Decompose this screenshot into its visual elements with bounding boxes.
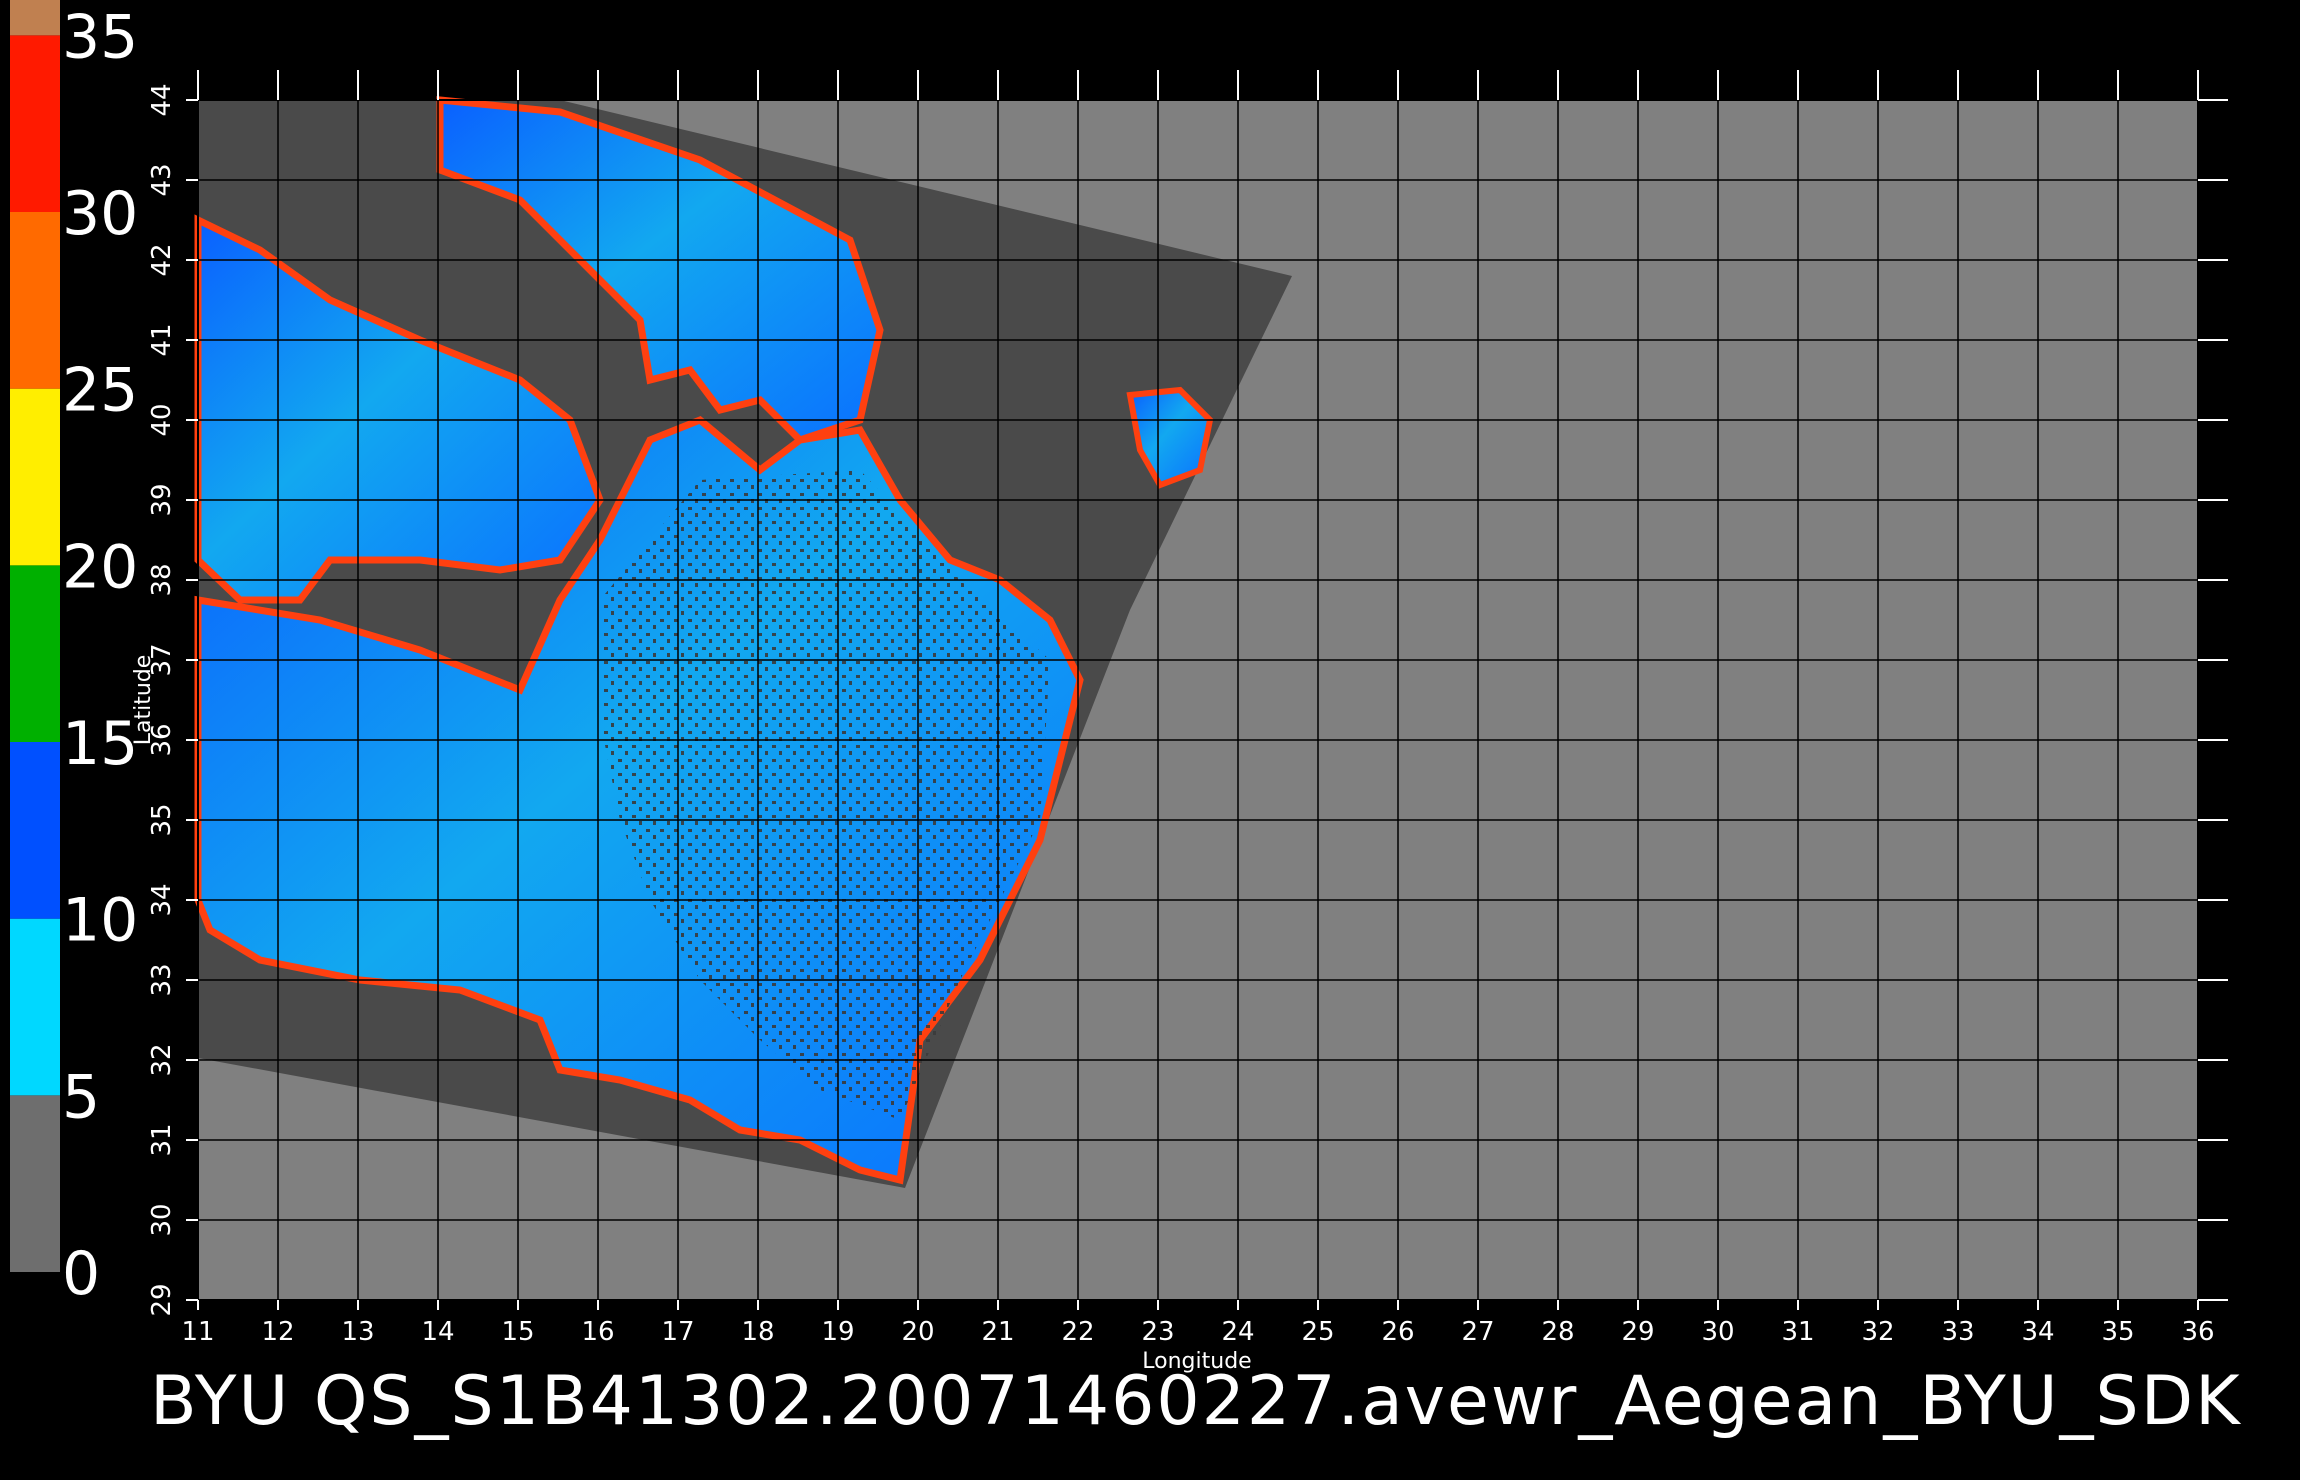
lon-tick-label: 35 <box>2101 1317 2134 1347</box>
lon-tick-label: 12 <box>261 1317 294 1347</box>
lat-tick-label: 38 <box>147 563 177 596</box>
colorbar-tick-label: 15 <box>62 709 138 779</box>
lat-tick-label: 44 <box>147 83 177 116</box>
colorbar-segment <box>10 918 60 1096</box>
lat-tick-label: 35 <box>147 803 177 836</box>
lon-tick-label: 16 <box>581 1317 614 1347</box>
colorbar-segment <box>10 35 60 213</box>
lon-tick-label: 22 <box>1061 1317 1094 1347</box>
wind-speed-map: 11 12 13 14 15 16 17 18 19 20 21 22 23 24 25 26 27 28 29 30… <box>10 0 2228 1374</box>
lon-tick-label: 27 <box>1461 1317 1494 1347</box>
lon-tick-label: 26 <box>1381 1317 1414 1347</box>
lon-tick-label: 23 <box>1141 1317 1174 1347</box>
colorbar-segment <box>10 1095 60 1272</box>
lon-tick-label: 17 <box>661 1317 694 1347</box>
colorbar <box>10 0 60 1272</box>
colorbar-segment <box>10 565 60 742</box>
lat-tick-label: 33 <box>147 963 177 996</box>
colorbar-segment <box>10 212 60 389</box>
lat-tick-label: 29 <box>147 1283 177 1316</box>
lon-tick-label: 11 <box>181 1317 214 1347</box>
lon-tick-label: 15 <box>501 1317 534 1347</box>
colorbar-tick-label: 10 <box>62 886 138 956</box>
lat-tick-label: 41 <box>147 323 177 356</box>
colorbar-ticks: 0 5 10 15 20 25 30 35 <box>62 2 138 1309</box>
lat-tick-label: 42 <box>147 243 177 276</box>
lon-tick-label: 13 <box>341 1317 374 1347</box>
lon-tick-label: 33 <box>1941 1317 1974 1347</box>
colorbar-tick-label: 35 <box>62 2 138 72</box>
product-caption: BYU QS_S1B41302.20071460227.avewr_Aegean… <box>150 1362 2242 1441</box>
lon-tick-label: 28 <box>1541 1317 1574 1347</box>
colorbar-tick-label: 5 <box>62 1062 100 1132</box>
lon-tick-label: 29 <box>1621 1317 1654 1347</box>
lon-tick-label: 21 <box>981 1317 1014 1347</box>
lat-tick-label: 39 <box>147 483 177 516</box>
lat-tick-label: 31 <box>147 1123 177 1156</box>
lat-tick-label: 43 <box>147 163 177 196</box>
lon-tick-label: 14 <box>421 1317 454 1347</box>
colorbar-segment <box>10 742 60 919</box>
lon-tick-label: 31 <box>1781 1317 1814 1347</box>
colorbar-tick-label: 25 <box>62 356 138 426</box>
colorbar-tick-label: 20 <box>62 532 138 602</box>
lon-tick-label: 34 <box>2021 1317 2054 1347</box>
lon-tick-label: 30 <box>1701 1317 1734 1347</box>
colorbar-segment <box>10 0 60 36</box>
lon-tick-label: 19 <box>821 1317 854 1347</box>
lon-tick-label: 36 <box>2181 1317 2214 1347</box>
lon-tick-label: 20 <box>901 1317 934 1347</box>
lon-tick-label: 18 <box>741 1317 774 1347</box>
colorbar-tick-label: 0 <box>62 1239 100 1309</box>
lon-tick-label: 32 <box>1861 1317 1894 1347</box>
lat-tick-label: 34 <box>147 883 177 916</box>
lon-tick-label: 25 <box>1301 1317 1334 1347</box>
lat-tick-label: 40 <box>147 403 177 436</box>
colorbar-tick-label: 30 <box>62 179 138 249</box>
lat-tick-label: 30 <box>147 1203 177 1236</box>
lat-tick-label: 32 <box>147 1043 177 1076</box>
lon-tick-label: 24 <box>1221 1317 1254 1347</box>
colorbar-segment <box>10 388 60 566</box>
